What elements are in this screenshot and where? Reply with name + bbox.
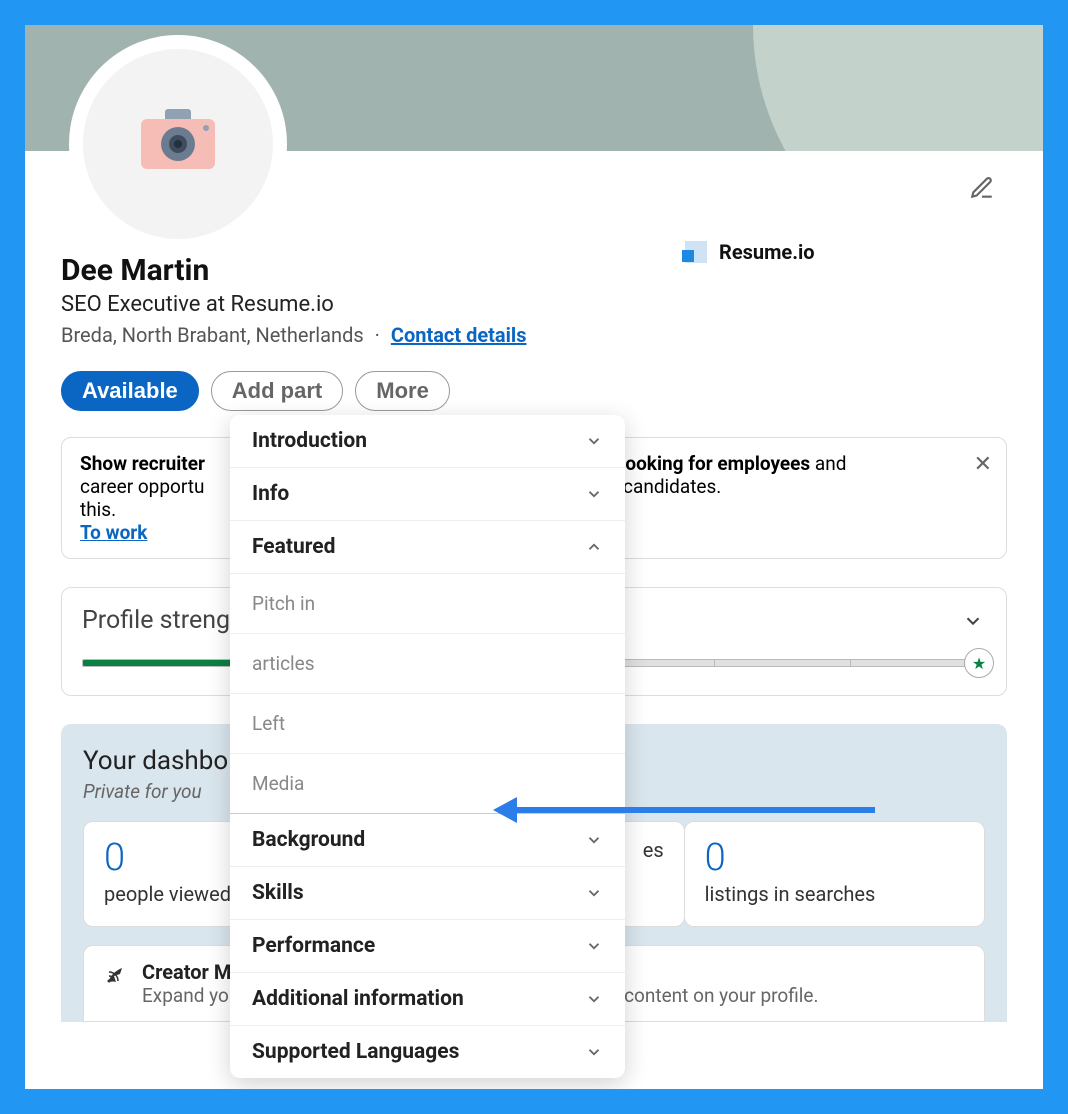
dd-skills[interactable]: Skills — [230, 867, 625, 920]
annotation-arrow — [515, 807, 875, 813]
profile-page: Resume.io Dee Martin SEO Executive at Re… — [25, 25, 1043, 1089]
dd-performance[interactable]: Performance — [230, 920, 625, 973]
avatar-placeholder — [83, 49, 273, 239]
dd-background[interactable]: Background — [230, 814, 625, 867]
add-part-button[interactable]: Add part — [211, 371, 343, 411]
dd-media[interactable]: Media — [230, 754, 625, 814]
location-row: Breda, North Brabant, Netherlands · Cont… — [61, 323, 1007, 347]
profile-headline: SEO Executive at Resume.io — [61, 292, 1007, 317]
banner-decoration — [753, 25, 1043, 151]
profile-name: Dee Martin — [61, 253, 1007, 288]
contact-details-link[interactable]: Contact details — [391, 323, 527, 347]
dd-pitch-in[interactable]: Pitch in — [230, 574, 625, 634]
close-icon[interactable]: ✕ — [974, 452, 992, 477]
chevron-down-icon — [585, 1043, 603, 1061]
dd-skills-label: Skills — [252, 881, 304, 905]
chevron-down-icon — [585, 831, 603, 849]
dd-performance-label: Performance — [252, 934, 375, 958]
separator: · — [375, 323, 380, 347]
chevron-down-icon — [585, 990, 603, 1008]
arrow-head-icon — [493, 797, 517, 823]
avatar[interactable] — [69, 35, 287, 253]
dd-articles[interactable]: articles — [230, 634, 625, 694]
chevron-down-icon[interactable] — [962, 610, 984, 632]
action-buttons: Available Add part More — [61, 371, 1007, 411]
chevron-down-icon — [585, 485, 603, 503]
card1-bold: Show recruiter — [80, 452, 205, 475]
stat-searches-num: 0 — [705, 836, 964, 880]
star-icon: ★ — [972, 654, 986, 673]
dd-introduction[interactable]: Introduction — [230, 415, 625, 468]
camera-icon — [141, 119, 215, 169]
dd-additional[interactable]: Additional information — [230, 973, 625, 1026]
dd-featured-label: Featured — [252, 535, 335, 559]
chevron-down-icon — [585, 432, 603, 450]
satellite-icon — [104, 962, 128, 986]
dd-introduction-label: Introduction — [252, 429, 367, 453]
dd-languages-label: Supported Languages — [252, 1040, 459, 1064]
chevron-down-icon — [585, 937, 603, 955]
dd-additional-label: Additional information — [252, 987, 464, 1011]
progress-star: ★ — [964, 648, 994, 678]
stat-searches-label: listings in searches — [705, 882, 964, 906]
to-work-link[interactable]: To work — [80, 521, 147, 544]
dd-info[interactable]: Info — [230, 468, 625, 521]
chevron-up-icon — [585, 538, 603, 556]
chevron-down-icon — [585, 884, 603, 902]
more-button[interactable]: More — [355, 371, 450, 411]
stat-searches[interactable]: 0 listings in searches — [684, 821, 985, 927]
card2-tail: and — [810, 452, 846, 475]
dd-languages[interactable]: Supported Languages — [230, 1026, 625, 1078]
dd-featured[interactable]: Featured — [230, 521, 625, 574]
dd-left[interactable]: Left — [230, 694, 625, 754]
dd-background-label: Background — [252, 828, 365, 852]
add-section-dropdown: Introduction Info Featured Pitch in arti… — [230, 415, 625, 1078]
dd-info-label: Info — [252, 482, 289, 506]
available-button[interactable]: Available — [61, 371, 199, 411]
profile-location: Breda, North Brabant, Netherlands — [61, 323, 364, 347]
